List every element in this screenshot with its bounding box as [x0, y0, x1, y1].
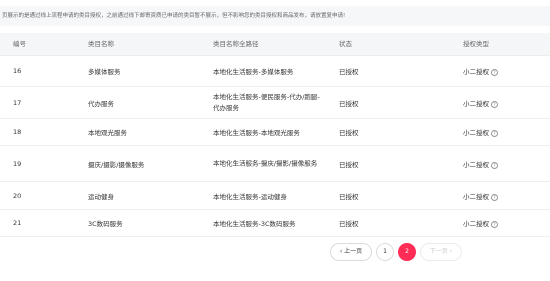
cell-name: 3C数码服务 [88, 220, 123, 228]
auth-type-label: 小二授权 [463, 160, 489, 169]
next-page-button[interactable]: 下一页 › [420, 243, 462, 261]
table-row: 17 代办服务 本地化生活服务-便民服务-代办/跑腿-代办服务 已授权 小二授权… [0, 87, 550, 119]
header-full-path: 类目名称全路径 [213, 40, 259, 48]
cell-auth-type: 小二授权? [463, 159, 498, 169]
cell-auth-type: 小二授权? [463, 127, 498, 137]
auth-type-label: 小二授权 [463, 220, 489, 228]
auth-type-label: 小二授权 [463, 68, 489, 76]
prev-page-button[interactable]: ‹ 上一页 [330, 243, 372, 261]
auth-type-label: 小二授权 [463, 192, 489, 201]
cell-status: 已授权 [339, 129, 359, 137]
cell-full-path: 本地化生活服务-本地观光服务 [213, 129, 300, 137]
help-icon[interactable]: ? [491, 221, 498, 228]
cell-id: 20 [13, 191, 22, 200]
cell-name: 多媒体服务 [88, 68, 121, 76]
cell-auth-type: 小二授权? [463, 218, 498, 228]
cell-id: 16 [13, 67, 22, 75]
table-row: 21 3C数码服务 本地化生活服务-3C数码服务 已授权 小二授权? [0, 210, 550, 237]
cell-name: 运动健身 [88, 192, 114, 201]
help-icon[interactable]: ? [491, 161, 498, 169]
help-icon[interactable]: ? [491, 130, 498, 137]
cell-auth-type: 小二授权? [463, 98, 498, 108]
cell-id: 19 [13, 159, 22, 168]
cell-full-path: 本地化生活服务-摄庆/摄影/摄像服务 [213, 159, 318, 167]
cell-status: 已授权 [339, 99, 359, 108]
cell-name: 摄庆/摄影/摄像服务 [88, 160, 145, 169]
cell-full-path: 本地化生活服务-多媒体服务 [213, 68, 294, 76]
table-row: 20 运动健身 本地化生活服务-运动健身 已授权 小二授权? [0, 182, 550, 210]
notice-banner: 页展示的是通过线上流程申请的类目授权，之前通过线下邮寄资质已申请的类目暂不展示，… [0, 6, 550, 26]
cell-auth-type: 小二授权? [463, 191, 498, 201]
cell-full-path: 本地化生活服务-便民服务-代办/跑腿-代办服务 [213, 92, 320, 112]
cell-name: 代办服务 [88, 99, 114, 108]
header-name: 类目名称 [88, 40, 114, 48]
cell-full-path: 本地化生活服务-运动健身 [213, 192, 287, 201]
cell-id: 18 [13, 128, 22, 136]
table-row: 16 多媒体服务 本地化生活服务-多媒体服务 已授权 小二授权? [0, 56, 550, 87]
cell-auth-type: 小二授权? [463, 66, 498, 76]
table-row: 19 摄庆/摄影/摄像服务 本地化生活服务-摄庆/摄影/摄像服务 已授权 小二授… [0, 146, 550, 182]
header-auth-type: 授权类型 [463, 40, 489, 48]
cell-status: 已授权 [339, 160, 359, 169]
cell-id: 17 [13, 98, 22, 107]
auth-type-label: 小二授权 [463, 99, 489, 108]
cell-full-path: 本地化生活服务-3C数码服务 [213, 220, 296, 228]
page-1-button[interactable]: 1 [376, 243, 394, 261]
help-icon[interactable]: ? [491, 193, 498, 201]
cell-id: 21 [13, 219, 22, 227]
cell-status: 已授权 [339, 68, 359, 76]
help-icon[interactable]: ? [491, 100, 498, 108]
cell-status: 已授权 [339, 220, 359, 228]
header-status: 状态 [339, 40, 352, 48]
cell-status: 已授权 [339, 192, 359, 201]
table-row: 18 本地观光服务 本地化生活服务-本地观光服务 已授权 小二授权? [0, 119, 550, 146]
header-id: 编号 [13, 40, 26, 48]
table-header: 编号 类目名称 类目名称全路径 状态 授权类型 [0, 33, 550, 56]
cell-name: 本地观光服务 [88, 129, 127, 137]
auth-type-label: 小二授权 [463, 129, 489, 137]
help-icon[interactable]: ? [491, 69, 498, 76]
page-2-button[interactable]: 2 [398, 243, 416, 261]
